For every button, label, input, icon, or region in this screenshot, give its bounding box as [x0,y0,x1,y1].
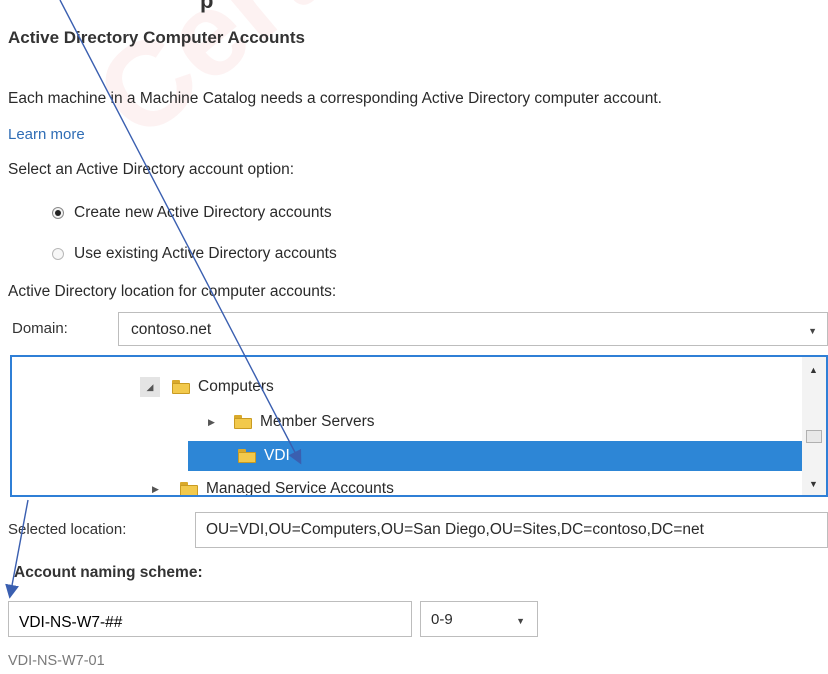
naming-scheme-input[interactable] [8,601,412,637]
domain-label: Domain: [12,320,68,337]
naming-preview: VDI-NS-W7-01 [8,653,105,669]
collapse-arrow-icon[interactable]: ◢ [140,377,160,397]
radio-button-unchecked[interactable] [52,248,64,260]
folder-icon [180,482,198,495]
tree-item-label: VDI [264,447,290,464]
domain-dropdown[interactable]: contoso.net ▼ [118,312,828,346]
scrollbar-thumb[interactable] [806,430,822,443]
tree-item-member-servers[interactable]: ▶ Member Servers [208,407,375,437]
tree-item-label: Managed Service Accounts [206,480,394,497]
section-description: Each machine in a Machine Catalog needs … [8,90,662,107]
account-option-label: Select an Active Directory account optio… [8,161,295,178]
tree-scrollbar[interactable]: ▲ ▼ [802,357,826,495]
naming-scheme-label: Account naming scheme: [14,564,203,581]
range-dropdown-value: 0-9 [431,611,453,628]
folder-icon [238,449,256,463]
tree-item-label: Member Servers [260,413,375,430]
learn-more-link[interactable]: Learn more [8,126,85,143]
selected-location-field: OU=VDI,OU=Computers,OU=San Diego,OU=Site… [195,512,828,548]
selected-location-label: Selected location: [8,521,127,538]
chevron-down-icon: ▼ [808,326,817,336]
folder-icon [234,415,252,429]
section-title: Active Directory Computer Accounts [8,28,305,47]
tree-item-managed-service-accounts[interactable]: ▶ Managed Service Accounts [152,474,394,497]
expand-arrow-icon[interactable]: ▶ [152,484,164,495]
radio-create-new-accounts[interactable]: Create new Active Directory accounts [52,204,332,222]
tree-item-label: Computers [198,378,274,395]
radio-use-existing-accounts[interactable]: Use existing Active Directory accounts [52,245,337,263]
tree-item-vdi[interactable]: VDI [188,441,804,471]
scroll-down-icon[interactable]: ▼ [809,479,818,489]
ad-location-label: Active Directory location for computer a… [8,283,337,300]
tree-item-computers[interactable]: ◢ Computers [140,372,274,402]
radio-button-checked[interactable] [52,207,64,219]
radio-label-create-new: Create new Active Directory accounts [74,204,332,221]
naming-range-dropdown[interactable]: 0-9 ▼ [420,601,538,637]
domain-dropdown-value: contoso.net [131,321,212,338]
scroll-up-icon[interactable]: ▲ [809,365,818,375]
page-heading-fragment: p [200,0,214,13]
folder-icon [172,380,190,394]
watermark: CertKillers [70,0,624,166]
ou-tree-view[interactable]: ◢ Computers ▶ Member Servers VDI ▶ Manag… [10,355,828,497]
radio-label-use-existing: Use existing Active Directory accounts [74,245,337,262]
chevron-down-icon: ▼ [516,616,525,626]
expand-arrow-icon[interactable]: ▶ [208,417,220,428]
